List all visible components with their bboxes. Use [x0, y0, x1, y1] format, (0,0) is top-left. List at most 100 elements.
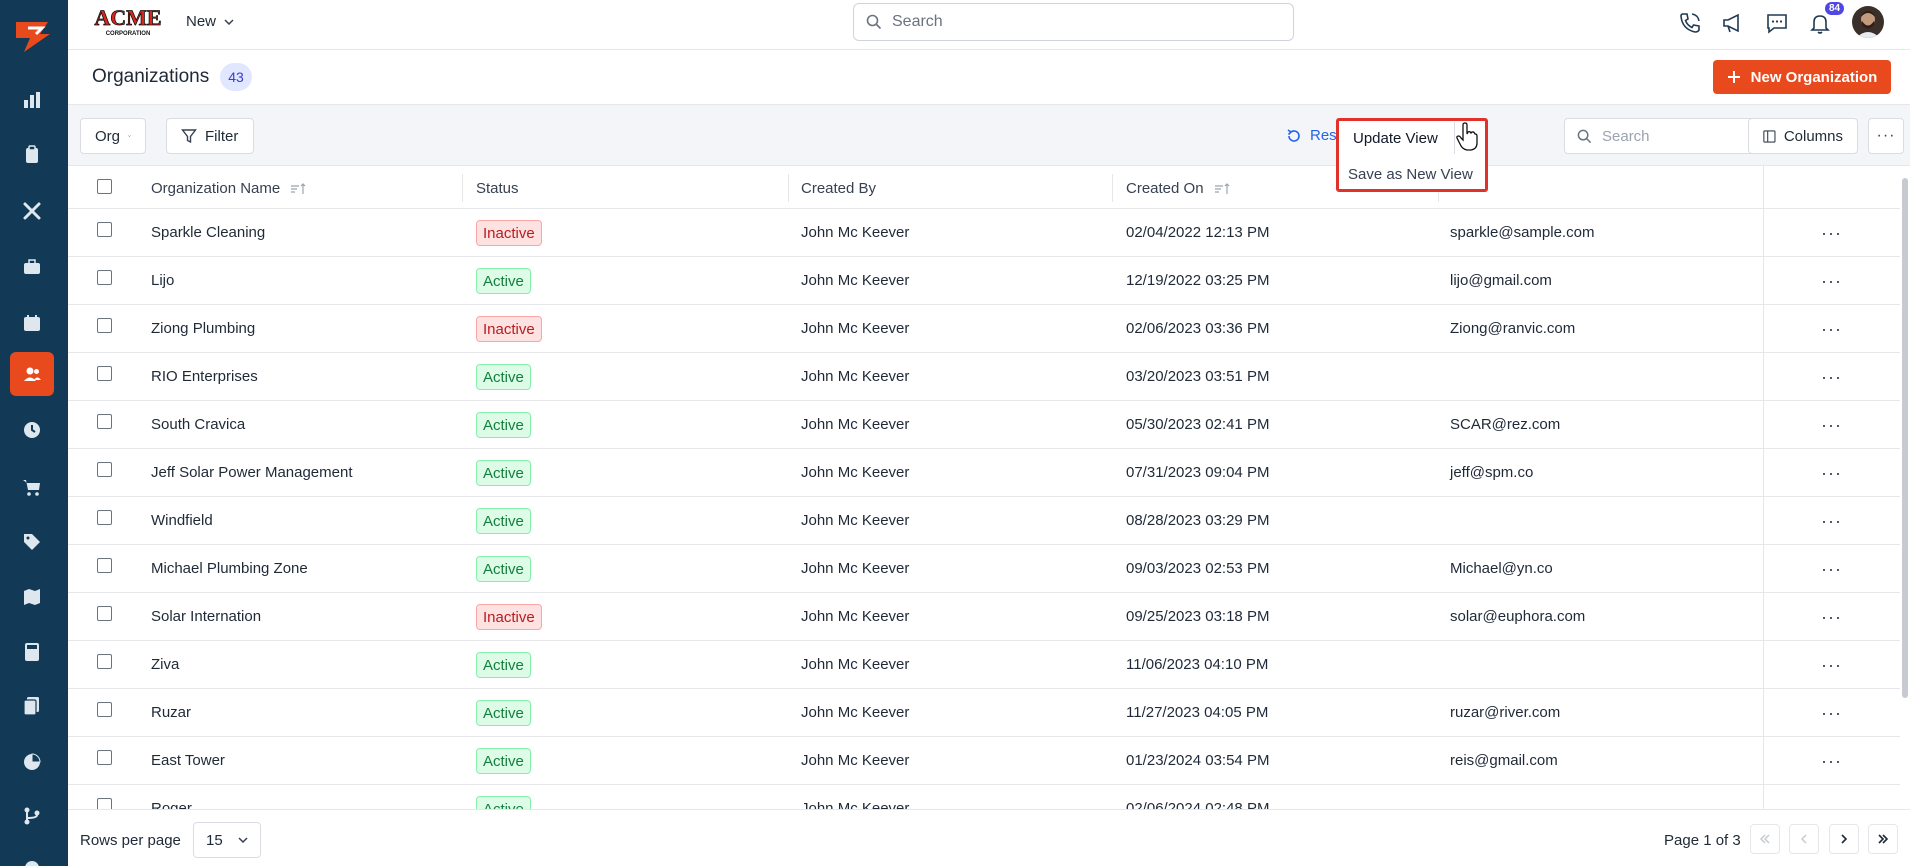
row-actions-icon[interactable]: ··· [1821, 607, 1842, 628]
clock-icon[interactable] [10, 408, 54, 452]
organization-name[interactable]: Ziong Plumbing [151, 320, 255, 337]
organization-name[interactable]: Sparkle Cleaning [151, 224, 265, 241]
new-menu[interactable]: New [186, 13, 234, 30]
organization-name[interactable]: Michael Plumbing Zone [151, 560, 308, 577]
rows-per-page-select[interactable]: 15 [193, 822, 261, 858]
contacts-icon[interactable] [10, 352, 54, 396]
app-logo-icon[interactable] [10, 12, 56, 56]
row-actions-icon[interactable]: ··· [1821, 751, 1842, 772]
row-checkbox[interactable] [97, 702, 112, 717]
new-organization-button[interactable]: New Organization [1713, 60, 1891, 94]
organization-name[interactable]: Windfield [151, 512, 213, 529]
organization-name[interactable]: South Cravica [151, 416, 245, 433]
organization-name[interactable]: Ruzar [151, 704, 191, 721]
status-badge: Active [476, 412, 531, 438]
calculator-icon[interactable] [10, 630, 54, 674]
organization-name[interactable]: Lijo [151, 272, 174, 289]
calendar-icon[interactable] [10, 301, 54, 345]
row-checkbox[interactable] [97, 414, 112, 429]
table-row[interactable]: Ziva Active John Mc Keever 11/06/2023 04:10… [68, 641, 1900, 689]
organization-name[interactable]: Roger [151, 800, 192, 809]
megaphone-icon[interactable] [1720, 10, 1746, 36]
last-page-button[interactable] [1868, 824, 1898, 854]
avatar[interactable] [1852, 6, 1884, 38]
column-header-created-by[interactable]: Created By [801, 180, 876, 197]
table-row[interactable]: Sparkle Cleaning Inactive John Mc Keever 02… [68, 209, 1900, 257]
view-selector[interactable]: Org [80, 118, 146, 154]
column-header-created-on[interactable]: Created On [1126, 180, 1230, 197]
pie-chart-icon[interactable] [10, 739, 54, 783]
row-checkbox[interactable] [97, 270, 112, 285]
column-header-organization-name[interactable]: Organization Name [151, 180, 306, 197]
row-checkbox[interactable] [97, 366, 112, 381]
next-page-button[interactable] [1829, 824, 1859, 854]
row-actions-icon[interactable]: ··· [1821, 271, 1842, 292]
table-row[interactable]: Lijo Active John Mc Keever 12/19/2022 03:25… [68, 257, 1900, 305]
column-header-status[interactable]: Status [476, 180, 519, 197]
organization-name[interactable]: Ziva [151, 656, 179, 673]
cart-icon[interactable] [10, 465, 54, 509]
table-row[interactable]: Roger Active John Mc Keever 02/06/2024 02:4… [68, 785, 1900, 809]
row-checkbox[interactable] [97, 750, 112, 765]
row-actions-icon[interactable]: ··· [1821, 367, 1842, 388]
row-actions-icon[interactable]: ··· [1821, 463, 1842, 484]
row-checkbox[interactable] [97, 510, 112, 525]
organization-name[interactable]: Jeff Solar Power Management [151, 464, 353, 481]
row-checkbox[interactable] [97, 318, 112, 333]
table-row[interactable]: Solar Internation Inactive John Mc Keever 0… [68, 593, 1900, 641]
table-row[interactable]: Ziong Plumbing Inactive John Mc Keever 02/0… [68, 305, 1900, 353]
save-as-new-view-option[interactable]: Save as New View [1341, 160, 1483, 188]
organization-name[interactable]: Solar Internation [151, 608, 261, 625]
global-search-input[interactable] [892, 13, 1272, 31]
more-options-button[interactable]: ··· [1868, 118, 1904, 154]
table-row[interactable]: Ruzar Active John Mc Keever 11/27/2023 04:0… [68, 689, 1900, 737]
view-selector-label: Org [95, 127, 121, 145]
created-on: 02/04/2022 12:13 PM [1126, 224, 1270, 241]
table-row[interactable]: Michael Plumbing Zone Active John Mc Keeve… [68, 545, 1900, 593]
columns-button[interactable]: Columns [1748, 118, 1858, 154]
select-all-checkbox[interactable] [97, 179, 112, 194]
phone-icon[interactable] [1677, 10, 1703, 36]
table-row[interactable]: Windfield Active John Mc Keever 08/28/2023 … [68, 497, 1900, 545]
global-search[interactable] [853, 3, 1294, 41]
row-checkbox[interactable] [97, 606, 112, 621]
briefcase-icon[interactable] [10, 245, 54, 289]
table-row[interactable]: Jeff Solar Power Management Active John Mc… [68, 449, 1900, 497]
tools-icon[interactable] [10, 189, 54, 233]
map-icon[interactable] [10, 575, 54, 619]
chat-icon[interactable] [1764, 10, 1790, 36]
row-actions-icon[interactable]: ··· [1821, 799, 1842, 809]
documents-icon[interactable] [10, 684, 54, 728]
organization-name[interactable]: RIO Enterprises [151, 368, 258, 385]
row-actions-icon[interactable]: ··· [1821, 415, 1842, 436]
table-scrollbar[interactable] [1900, 170, 1910, 810]
settings-icon[interactable] [10, 846, 54, 866]
row-actions-icon[interactable]: ··· [1821, 655, 1842, 676]
brand-logo[interactable]: ACME CORPORATION [92, 5, 164, 37]
rows-per-page-value: 15 [206, 831, 223, 849]
row-checkbox[interactable] [97, 222, 112, 237]
table-row[interactable]: RIO Enterprises Active John Mc Keever 03/20… [68, 353, 1900, 401]
filter-button[interactable]: Filter [166, 118, 254, 154]
row-checkbox[interactable] [97, 558, 112, 573]
clipboard-icon[interactable] [10, 133, 54, 177]
row-actions-icon[interactable]: ··· [1821, 223, 1842, 244]
row-actions-icon[interactable]: ··· [1821, 559, 1842, 580]
row-checkbox[interactable] [97, 462, 112, 477]
table-row[interactable]: South Cravica Active John Mc Keever 05/30/2… [68, 401, 1900, 449]
scrollbar-thumb[interactable] [1902, 178, 1908, 698]
update-view-button[interactable]: Update View [1341, 122, 1453, 154]
previous-page-button[interactable] [1789, 824, 1819, 854]
table-row[interactable]: East Tower Active John Mc Keever 01/23/2024… [68, 737, 1900, 785]
organization-name[interactable]: East Tower [151, 752, 225, 769]
row-actions-icon[interactable]: ··· [1821, 511, 1842, 532]
row-checkbox[interactable] [97, 654, 112, 669]
row-actions-icon[interactable]: ··· [1821, 703, 1842, 724]
workflow-icon[interactable] [10, 794, 54, 838]
tag-icon[interactable] [10, 520, 54, 564]
row-checkbox[interactable] [97, 798, 112, 809]
first-page-button[interactable] [1750, 824, 1780, 854]
row-actions-icon[interactable]: ··· [1821, 319, 1842, 340]
bar-chart-icon[interactable] [10, 78, 54, 122]
notification-badge: 84 [1825, 2, 1845, 15]
